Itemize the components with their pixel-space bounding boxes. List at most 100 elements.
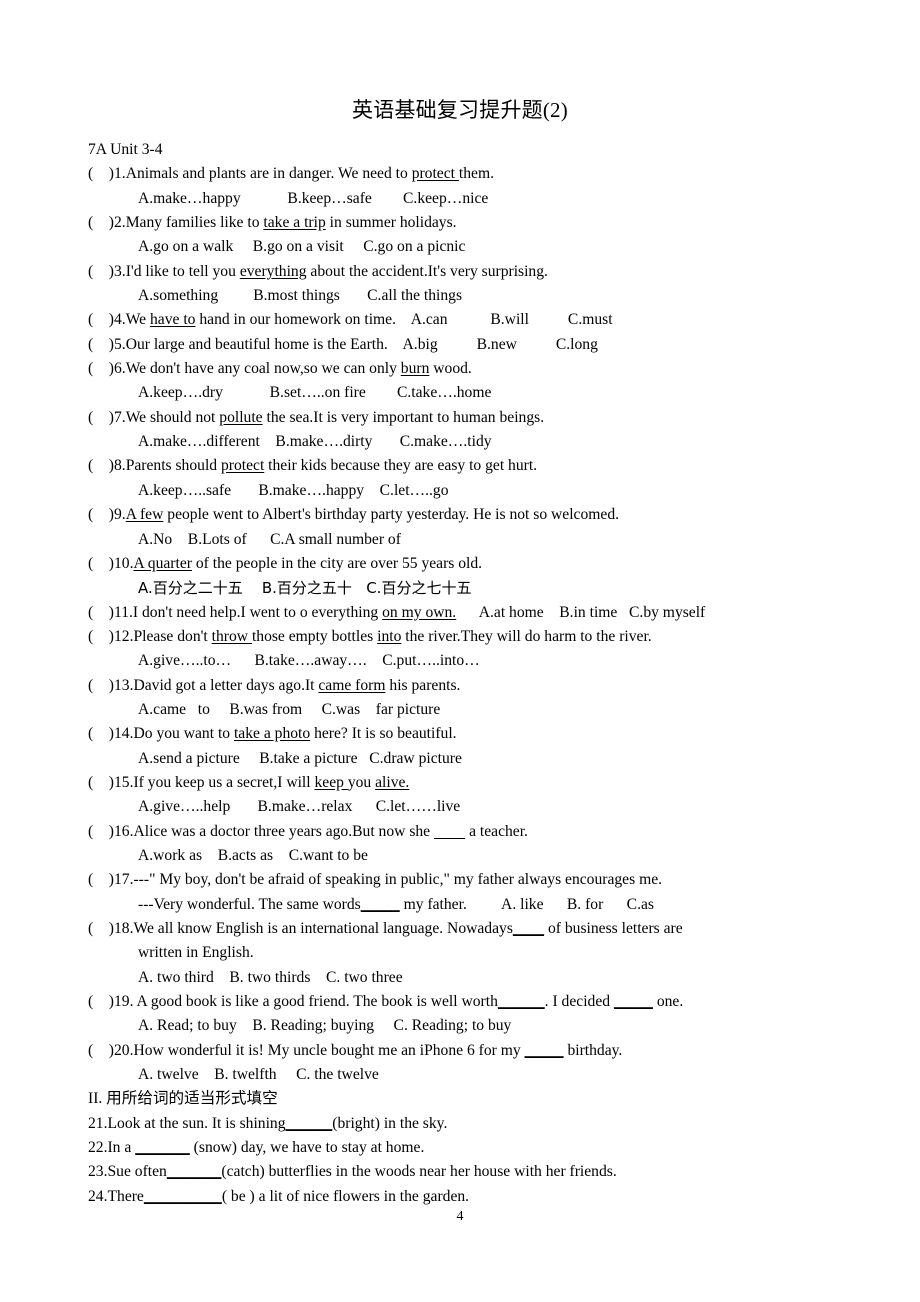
plain-text: David got a letter days ago.It [133,676,319,694]
plain-text: in summer holidays. [325,214,457,232]
underlined-text: into [377,627,402,645]
answer-bracket[interactable]: ( )5. [88,336,126,353]
answer-bracket[interactable]: ( )7. [88,409,126,426]
underlined-text: A few [125,506,164,524]
question-options[interactable]: A. Read; to buy B. Reading; buying C. Re… [88,1014,888,1038]
plain-text: (snow) day, we have to stay at home. [189,1139,425,1157]
question-stem: ( )8.Parents should protect their kids b… [88,454,888,478]
section-two-heading: II. 用所给词的适当形式填空 [88,1090,278,1108]
fill-blank-item[interactable]: 24.There__________( be ) a lit of nice f… [88,1185,888,1209]
plain-text: ( be ) a lit of nice flowers in the gard… [221,1187,470,1205]
question-stem: ( )13.David got a letter days ago.It cam… [88,674,888,698]
plain-text: a teacher. [465,822,528,840]
plain-text: . I decided [544,993,614,1011]
question-options[interactable]: A.work as B.acts as C.want to be [88,844,888,868]
section-multiple-choice: ( )1.Animals and plants are in danger. W… [88,162,888,1087]
question-stem: ( )16.Alice was a doctor three years ago… [88,820,888,844]
fill-blank-item[interactable]: 23.Sue often_______(catch) butterflies i… [88,1160,888,1184]
underlined-text: pollute [219,408,263,426]
plain-text: How wonderful it is! My uncle bought me … [133,1041,525,1059]
question-options[interactable]: A.No B.Lots of C.A small number of [88,528,888,552]
question-options[interactable]: A.go on a walk B.go on a visit C.go on a… [88,235,888,259]
plain-text: 21.Look at the sun. It is shining [88,1114,286,1132]
plain-text: 24.There [88,1187,144,1205]
question-stem: ( )18.We all know English is an internat… [88,917,888,941]
plain-text: Parents should [125,457,221,475]
question-stem: ( )4.We have to hand in our homework on … [88,308,888,332]
plain-text: We don't have any coal now,so we can onl… [125,360,401,378]
plain-text: A good book is like a good friend. The b… [133,993,498,1011]
answer-bracket[interactable]: ( )14. [88,725,133,742]
plain-text: about the accident.It's very surprising. [306,262,548,280]
answer-bracket[interactable]: ( )18. [88,920,133,937]
question-stem: ( )12.Please don't throw those empty bot… [88,625,888,649]
answer-bracket[interactable]: ( )10. [88,555,133,572]
fill-blank-item[interactable]: 22.In a _______ (snow) day, we have to s… [88,1136,888,1160]
underlined-text: protect [411,165,459,183]
plain-text: 22.In a [88,1139,136,1157]
question-stem-line2: ---Very wonderful. The same words_____ m… [88,893,888,917]
question-options[interactable]: A.give…..to… B.take….away…. C.put…..into… [88,649,888,673]
plain-text: his parents. [385,676,461,694]
plain-text: of the people in the city are over 55 ye… [191,554,483,572]
answer-bracket[interactable]: ( )2. [88,214,126,231]
question-stem: ( )20.How wonderful it is! My uncle boug… [88,1039,888,1063]
answer-bracket[interactable]: ( )8. [88,457,126,474]
answer-bracket[interactable]: ( )1. [88,165,126,182]
plain-text: their kids because they are easy to get … [264,457,538,475]
answer-bracket[interactable]: ( )13. [88,677,133,694]
answer-bracket[interactable]: ( )15. [88,774,133,791]
question-options[interactable]: A.give…..help B.make…relax C.let……live [88,795,888,819]
question-options[interactable]: A.send a picture B.take a picture C.draw… [88,747,888,771]
plain-text: We all know English is an international … [133,920,513,937]
plain-text: We should not [125,408,220,426]
plain-text: people went to Albert's birthday party y… [163,506,620,524]
plain-text: wood. [429,360,472,378]
question-options[interactable]: A. twelve B. twelfth C. the twelve [88,1063,888,1087]
question-options[interactable]: A.make…happy B.keep…safe C.keep…nice [88,187,888,211]
plain-text: one. [652,993,684,1011]
answer-bracket[interactable]: ( )4. [88,311,126,328]
question-stem: ( )19. A good book is like a good friend… [88,990,888,1014]
question-options[interactable]: A.make….different B.make….dirty C.make….… [88,430,888,454]
plain-text: ---Very wonderful. The same words [138,895,361,913]
underlined-text: throw [211,627,252,645]
plain-text: here? It is so beautiful. [310,725,457,743]
question-stem: ( )14.Do you want to take a photo here? … [88,722,888,746]
answer-bracket[interactable]: ( )3. [88,263,126,280]
answer-bracket[interactable]: ( )17. [88,871,133,888]
question-options[interactable]: A.keep….dry B.set…..on fire C.take….home [88,381,888,405]
underlined-text: take a photo [233,725,311,743]
question-stem: ( )3.I'd like to tell you everything abo… [88,260,888,284]
answer-bracket[interactable]: ( )19. [88,993,133,1010]
question-stem: ( )7.We should not pollute the sea.It is… [88,406,888,430]
answer-bracket[interactable]: ( )20. [88,1042,133,1059]
question-options[interactable]: A.keep…..safe B.make….happy C.let…..go [88,479,888,503]
answer-bracket[interactable]: ( )16. [88,823,133,840]
underlined-text: everything [239,262,307,280]
question-options[interactable]: A.百分之二十五 B.百分之五十 C.百分之七十五 [88,576,888,600]
question-stem: ( )6.We don't have any coal now,so we ca… [88,357,888,381]
plain-text: them. [458,165,494,183]
plain-text: (bright) in the sky. [332,1114,448,1132]
answer-bracket[interactable]: ( )9. [88,506,126,523]
page-number: 4 [456,1209,464,1224]
underlined-text: ______ [497,993,545,1011]
unit-label: 7A Unit 3-4 [88,141,163,158]
underlined-text: on my own. [382,603,457,621]
fill-blank-item[interactable]: 21.Look at the sun. It is shining______(… [88,1112,888,1136]
plain-text: I don't need help.I went to o everything [132,603,383,621]
plain-text: ---" My boy, don't be afraid of speaking… [133,871,663,889]
question-stem: ( )15.If you keep us a secret,I will kee… [88,771,888,795]
question-options[interactable]: A. two third B. two thirds C. two three [88,966,888,990]
underlined-text: ______ [285,1114,333,1132]
underlined-text: alive. [375,773,410,791]
plain-text: birthday. [563,1041,623,1059]
underlined-text: ____ [512,920,545,937]
answer-bracket[interactable]: ( )11. [88,604,133,621]
underlined-text: __________ [143,1187,222,1205]
answer-bracket[interactable]: ( )6. [88,360,126,377]
question-options[interactable]: A.something B.most things C.all the thin… [88,284,888,308]
answer-bracket[interactable]: ( )12. [88,628,133,645]
question-options[interactable]: A.came to B.was from C.was far picture [88,698,888,722]
